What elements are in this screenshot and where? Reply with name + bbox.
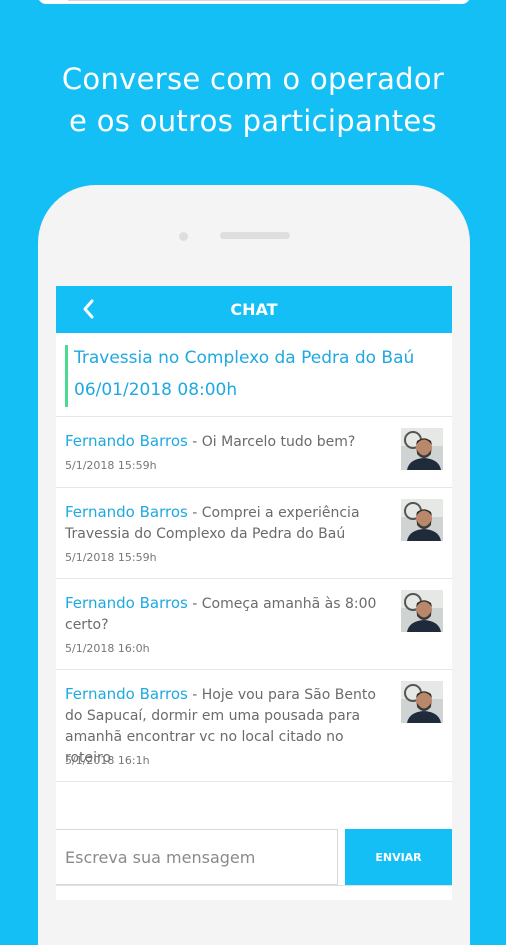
message-body: Fernando Barros - Oi Marcelo tudo bem? — [65, 431, 380, 453]
message-timestamp: 5/1/2018 15:59h — [65, 459, 157, 472]
message-input[interactable] — [56, 829, 338, 885]
user-photo-icon — [401, 590, 443, 632]
chat-message[interactable]: Fernando Barros - Começa amanhã às 8:00 … — [56, 579, 452, 670]
avatar — [401, 590, 443, 632]
chat-message[interactable]: Fernando Barros - Hoje vou para São Bent… — [56, 670, 452, 782]
message-timestamp: 5/1/2018 16:1h — [65, 754, 150, 767]
message-body: Fernando Barros - Começa amanhã às 8:00 … — [65, 593, 380, 636]
message-body: Fernando Barros - Comprei a experiência … — [65, 502, 380, 545]
event-header[interactable]: Travessia no Complexo da Pedra do Baú 06… — [56, 333, 452, 417]
front-camera — [179, 232, 188, 241]
previous-phone-frame — [38, 0, 470, 4]
event-title: Travessia no Complexo da Pedra do Baú — [74, 348, 415, 368]
user-photo-icon — [401, 499, 443, 541]
chat-message[interactable]: Fernando Barros - Comprei a experiência … — [56, 488, 452, 579]
user-photo-icon — [401, 681, 443, 723]
message-composer: ENVIAR — [56, 829, 452, 885]
headline-line-2: e os outros participantes — [69, 104, 437, 138]
send-button[interactable]: ENVIAR — [345, 829, 452, 885]
app-bar: CHAT — [56, 286, 452, 333]
earpiece-speaker — [220, 232, 290, 239]
avatar — [401, 428, 443, 470]
user-photo-icon — [401, 428, 443, 470]
message-sender: Fernando Barros — [65, 594, 188, 612]
headline-line-1: Converse com o operador — [61, 62, 445, 96]
chat-screen: CHAT Travessia no Complexo da Pedra do B… — [56, 286, 452, 900]
chat-message[interactable]: Fernando Barros - Oi Marcelo tudo bem? 5… — [56, 417, 452, 488]
message-sender: Fernando Barros — [65, 685, 188, 703]
message-text: - Oi Marcelo tudo bem? — [187, 434, 356, 450]
event-accent-bar — [65, 345, 68, 407]
message-timestamp: 5/1/2018 16:0h — [65, 642, 150, 655]
avatar — [401, 681, 443, 723]
promo-headline: Converse com o operador e os outros part… — [0, 58, 506, 142]
event-datetime: 06/01/2018 08:00h — [74, 380, 238, 400]
message-sender: Fernando Barros — [65, 503, 188, 521]
divider — [56, 885, 452, 886]
message-sender: Fernando Barros — [65, 432, 188, 450]
avatar — [401, 499, 443, 541]
message-timestamp: 5/1/2018 15:59h — [65, 551, 157, 564]
screen-title: CHAT — [230, 300, 278, 319]
previous-screen-edge — [68, 0, 440, 1]
